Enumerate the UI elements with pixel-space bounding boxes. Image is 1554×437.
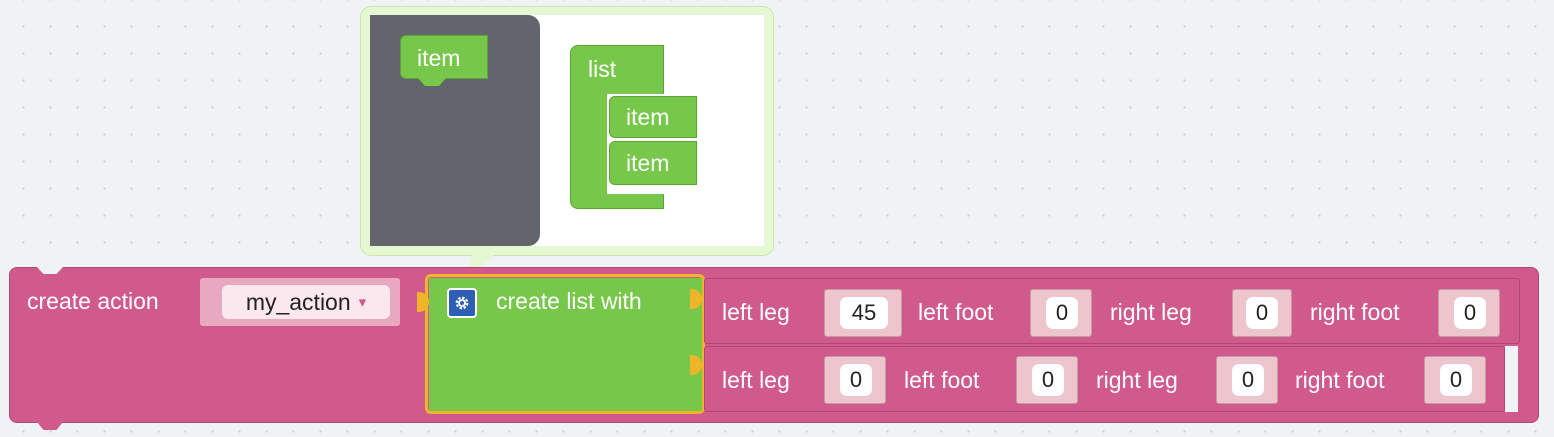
- container-item-label: item: [626, 104, 670, 130]
- row1-right-leg-label: right leg: [1110, 299, 1192, 325]
- create-action-label: create action: [27, 288, 159, 314]
- flyout-item-label: item: [417, 45, 461, 71]
- row1-left-leg-value[interactable]: 45: [840, 297, 888, 329]
- row2-right-leg-value[interactable]: 0: [1232, 364, 1264, 396]
- row1-left-foot-value[interactable]: 0: [1046, 297, 1078, 329]
- create-list-label: create list with: [496, 288, 642, 314]
- list-slot-end: [1505, 346, 1518, 412]
- container-item-label: item: [626, 150, 670, 176]
- dropdown-arrow-icon: ▾: [358, 294, 367, 311]
- row1-right-leg-value[interactable]: 0: [1246, 297, 1278, 329]
- row2-right-foot-label: right foot: [1295, 367, 1385, 393]
- row2-left-foot-label: left foot: [904, 367, 980, 393]
- row2-left-leg-value[interactable]: 0: [840, 364, 872, 396]
- row1-left-foot-label: left foot: [918, 299, 994, 325]
- row1-left-leg-label: left leg: [722, 299, 790, 325]
- row2-right-foot-value[interactable]: 0: [1440, 364, 1472, 396]
- action-name-dropdown[interactable]: my_action ▾: [222, 285, 390, 319]
- row1-right-foot-value[interactable]: 0: [1454, 297, 1486, 329]
- gear-icon[interactable]: [447, 288, 477, 318]
- block-next-bump: [37, 422, 63, 430]
- container-label: list: [588, 56, 617, 82]
- row1-right-foot-label: right foot: [1310, 299, 1400, 325]
- row2-right-leg-label: right leg: [1096, 367, 1178, 393]
- row2-left-foot-value[interactable]: 0: [1032, 364, 1064, 396]
- action-name-value: my_action: [245, 288, 351, 315]
- gear-icon-glyph: [455, 296, 469, 310]
- row2-left-leg-label: left leg: [722, 367, 790, 393]
